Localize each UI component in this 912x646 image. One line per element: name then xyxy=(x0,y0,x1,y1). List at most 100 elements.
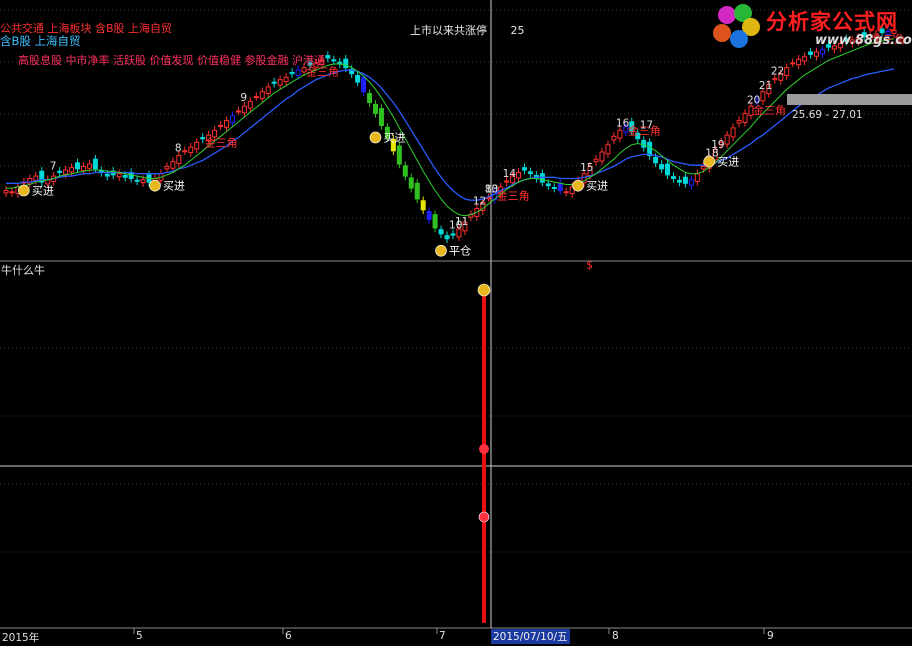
candle-body xyxy=(670,176,676,179)
x-tick-label: 2015年 xyxy=(2,632,40,644)
x-tick-label: 6 xyxy=(285,630,292,642)
candle-body xyxy=(682,176,688,184)
candle-body xyxy=(247,100,253,109)
money-bag-icon xyxy=(572,179,584,192)
signal-label: 17 xyxy=(640,120,653,132)
logo-url: www.88gs.com xyxy=(815,33,912,48)
candle-body xyxy=(659,164,665,170)
candle-body xyxy=(331,59,337,62)
signal-label: 买进 xyxy=(717,156,739,169)
candle-body xyxy=(676,179,682,183)
signal-label: 80 xyxy=(485,184,498,196)
signal-label: 7 xyxy=(50,161,57,173)
candle-body xyxy=(253,96,259,99)
candle-body xyxy=(343,58,349,69)
candle-body xyxy=(194,141,200,150)
candle-body xyxy=(69,167,75,173)
candle-body xyxy=(164,165,170,170)
candle-body xyxy=(802,56,808,62)
signal-dot xyxy=(478,511,490,523)
candle-body xyxy=(742,112,748,123)
x-tick-label: 9 xyxy=(767,630,774,642)
brand-logo: 分析家公式网 www.88gs.com xyxy=(710,0,912,56)
money-bag-icon xyxy=(369,131,382,144)
candle-body xyxy=(444,235,450,240)
money-bag-icon xyxy=(149,179,161,192)
candle-body xyxy=(229,115,235,123)
candle-body xyxy=(176,155,182,164)
candle-body xyxy=(63,169,69,175)
candle-body xyxy=(438,229,444,235)
candle-body xyxy=(361,76,367,93)
signal-label: 22 xyxy=(771,66,784,78)
candle-body xyxy=(551,187,557,190)
money-bag-icon xyxy=(435,244,447,257)
signal-label: 买进 xyxy=(32,184,54,197)
candle-body xyxy=(516,171,522,179)
logo-petal-icon xyxy=(713,24,731,42)
signal-bar xyxy=(482,295,486,623)
candle-body xyxy=(784,67,790,76)
candle-body xyxy=(170,161,176,169)
candle-body xyxy=(122,174,128,178)
candle-body xyxy=(33,175,39,181)
candle-body xyxy=(218,124,224,127)
concept-line-2: 含B股 上海自贸 xyxy=(0,34,81,48)
candle-body xyxy=(265,86,271,95)
candle-body xyxy=(9,191,15,194)
candle-body xyxy=(3,190,9,194)
signal-label: 平仓 xyxy=(449,244,471,258)
signal-label: 20 xyxy=(747,94,760,106)
candle-body xyxy=(259,91,265,99)
candle-body xyxy=(283,76,289,83)
money-bag-icon xyxy=(18,184,30,197)
limit-up-count: 25 xyxy=(510,24,525,37)
price-range-bar xyxy=(787,94,912,105)
sub-panel-title: 牛什么牛 xyxy=(1,264,45,277)
price-chart-canvas[interactable]: 买进 买进买进买进买进金三角金三角金三角金三角金三角金三角平仓8971011121… xyxy=(0,0,912,646)
signal-markers: 买进 买进买进买进买进金三角金三角金三角金三角金三角金三角平仓8971011121… xyxy=(18,32,905,272)
candle-body xyxy=(75,162,81,170)
candle-body xyxy=(790,62,796,65)
candle-body xyxy=(134,179,140,182)
signal-label: 19 xyxy=(711,139,724,151)
candle-body xyxy=(104,173,110,177)
candle-body xyxy=(557,182,563,192)
logo-petal-icon xyxy=(730,30,748,48)
candle-body xyxy=(760,91,766,102)
candle-body xyxy=(796,58,802,66)
candle-body xyxy=(224,120,230,128)
x-tick-label: 8 xyxy=(612,630,619,642)
signal-label: 金三角 xyxy=(205,136,238,150)
candle-body xyxy=(599,151,605,162)
candle-body xyxy=(700,165,706,170)
signal-label: $ xyxy=(586,259,593,272)
price-range-text: 25.69 - 27.01 xyxy=(792,109,863,121)
candle-body xyxy=(736,120,742,124)
candle-body xyxy=(450,233,456,236)
candle-body xyxy=(420,200,426,211)
candle-body xyxy=(402,165,408,177)
candle-body xyxy=(57,170,63,173)
candle-body xyxy=(373,103,379,114)
candle-body xyxy=(605,144,611,155)
candle-body xyxy=(140,179,146,184)
candle-body xyxy=(504,180,510,183)
candle-body xyxy=(426,211,432,220)
signal-label: 11 xyxy=(455,216,468,228)
candle-body xyxy=(724,134,730,145)
stock-tags-line: 高股息股 中市净率 活跃股 价值发现 价值稳健 参股金融 沪港通 xyxy=(18,54,325,67)
x-tick-label: 5 xyxy=(136,630,143,642)
candle-body xyxy=(325,55,331,59)
signal-label: 买进 xyxy=(163,180,185,193)
candle-body xyxy=(289,71,295,75)
candle-body xyxy=(527,171,533,175)
logo-name: 分析家公式网 xyxy=(766,10,898,34)
limit-up-summary: 上市以来共涨停 25 xyxy=(410,22,525,38)
signal-label: 21 xyxy=(759,80,772,92)
candle-body xyxy=(295,69,301,76)
candle-body xyxy=(611,135,617,141)
signal-label: 15 xyxy=(580,162,593,174)
candle-body xyxy=(486,197,492,200)
candle-body xyxy=(80,165,86,172)
